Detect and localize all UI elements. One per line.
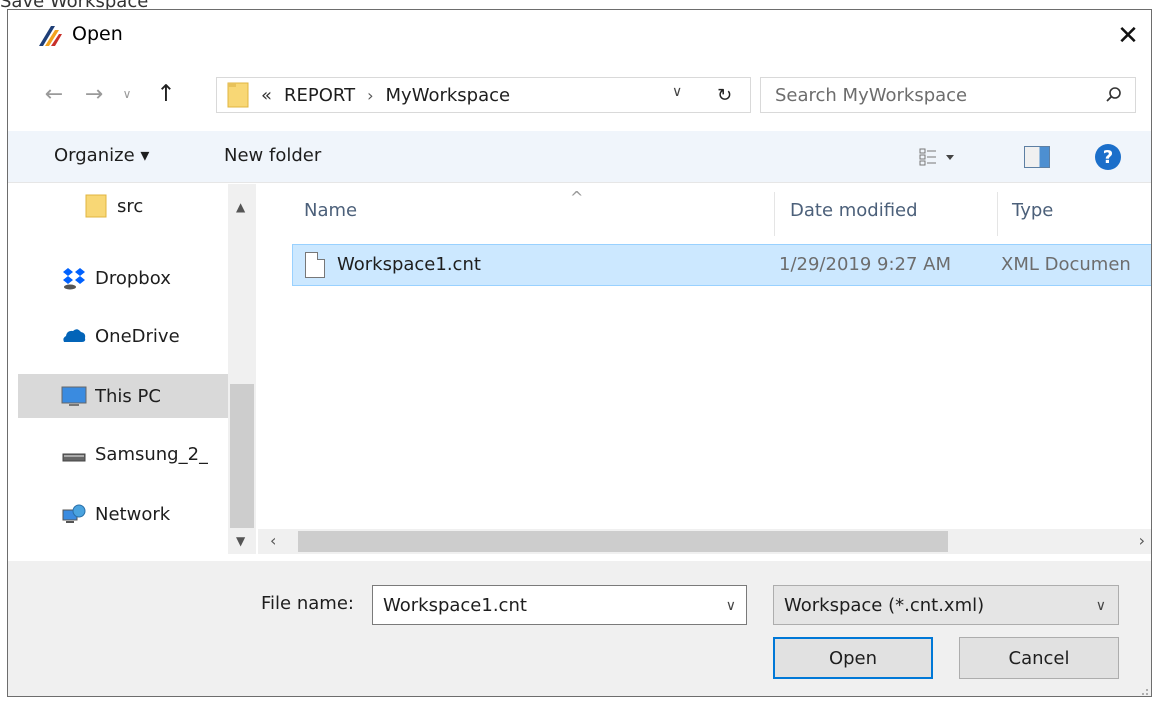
overflow-chevron-icon[interactable]: « — [261, 85, 272, 106]
column-divider[interactable] — [774, 192, 775, 236]
file-name-field[interactable]: Workspace1.cnt ∨ — [372, 585, 747, 625]
recent-locations-button[interactable]: ∨ — [116, 77, 138, 111]
file-date: 1/29/2019 9:27 AM — [779, 254, 952, 275]
horizontal-scrollbar[interactable]: ‹ › — [258, 529, 1151, 554]
close-icon: ✕ — [1117, 21, 1139, 51]
sort-ascending-icon: ^ — [570, 188, 584, 207]
scroll-left-icon[interactable]: ‹ — [270, 531, 276, 550]
view-options-icon[interactable] — [918, 145, 958, 169]
sidebar-item-this-pc[interactable]: This PC — [18, 374, 228, 418]
forward-button[interactable]: → — [78, 77, 110, 111]
title-bar: Open ✕ — [8, 10, 1151, 62]
drive-icon — [62, 453, 86, 462]
file-name: Workspace1.cnt — [337, 254, 481, 275]
search-placeholder: Search MyWorkspace — [775, 85, 968, 106]
folder-icon — [227, 82, 249, 108]
address-bar[interactable]: « REPORT › MyWorkspace ∨ ↻ — [216, 77, 751, 113]
organize-menu[interactable]: Organize ▾ — [54, 145, 149, 166]
app-logo-icon — [39, 26, 62, 46]
sidebar-item-src[interactable]: src — [18, 184, 228, 228]
command-bar: Organize ▾ New folder ? — [8, 131, 1151, 183]
file-list: ^ Name Date modified Type Workspace1.cnt… — [258, 184, 1151, 529]
dialog-footer: File name: Workspace1.cnt ∨ Workspace (*… — [8, 561, 1151, 696]
onedrive-icon — [63, 329, 86, 342]
dialog-title: Open — [72, 23, 123, 45]
breadcrumb-report[interactable]: REPORT — [284, 85, 355, 106]
file-row[interactable]: Workspace1.cnt 1/29/2019 9:27 AM XML Doc… — [292, 244, 1151, 286]
column-header-date-modified[interactable]: Date modified — [790, 200, 918, 221]
breadcrumb-separator-icon[interactable]: › — [367, 86, 373, 105]
scroll-right-icon[interactable]: › — [1139, 531, 1145, 550]
column-header-type[interactable]: Type — [1012, 200, 1053, 221]
new-folder-button[interactable]: New folder — [224, 145, 321, 166]
sidebar-item-label: Network — [95, 503, 171, 525]
scrollbar-thumb[interactable] — [230, 384, 254, 528]
monitor-icon — [61, 386, 87, 406]
chevron-down-icon[interactable]: ∨ — [1096, 598, 1106, 614]
file-type: XML Documen — [1001, 254, 1131, 275]
refresh-icon: ↻ — [716, 84, 733, 106]
back-button[interactable]: ← — [38, 77, 70, 111]
preview-pane-icon[interactable] — [1024, 146, 1050, 168]
sidebar-item-label: src — [117, 195, 144, 217]
sidebar-item-onedrive[interactable]: OneDrive — [18, 314, 228, 358]
file-type-select[interactable]: Workspace (*.cnt.xml) ∨ — [773, 585, 1119, 625]
network-icon — [62, 504, 86, 523]
arrow-left-icon: ← — [44, 81, 64, 107]
navigation-scrollbar[interactable]: ▲ ▼ — [228, 184, 256, 554]
arrow-right-icon: → — [84, 81, 104, 107]
file-name-label: File name: — [261, 593, 354, 614]
navigation-bar: ← → ∨ ↑ « REPORT › MyWorkspace ∨ ↻ Searc… — [8, 71, 1151, 119]
document-icon — [305, 252, 325, 278]
folder-icon — [85, 194, 107, 218]
sidebar-item-label: This PC — [95, 385, 161, 407]
open-dialog: Open ✕ ← → ∨ ↑ « REPORT › MyWorkspace ∨ … — [7, 9, 1152, 697]
resize-grip-icon[interactable] — [1137, 684, 1149, 696]
arrow-up-icon: ↑ — [156, 81, 176, 107]
file-name-value[interactable]: Workspace1.cnt — [383, 595, 527, 616]
up-button[interactable]: ↑ — [150, 77, 182, 111]
column-divider[interactable] — [997, 192, 998, 236]
sidebar-item-label: Dropbox — [95, 267, 171, 289]
search-input[interactable]: Search MyWorkspace — [760, 77, 1136, 113]
scrollbar-thumb[interactable] — [298, 531, 948, 552]
chevron-down-icon[interactable]: ∨ — [726, 598, 736, 614]
cancel-button[interactable]: Cancel — [959, 637, 1119, 679]
help-icon[interactable]: ? — [1095, 144, 1121, 170]
dropbox-icon — [63, 268, 85, 290]
sidebar-item-samsung[interactable]: Samsung_2_ — [18, 432, 228, 476]
column-header-name[interactable]: Name — [304, 200, 357, 221]
address-dropdown-icon[interactable]: ∨ — [672, 84, 682, 100]
file-type-value: Workspace (*.cnt.xml) — [784, 595, 985, 616]
sidebar-item-label: Samsung_2_ — [95, 443, 209, 465]
sidebar-item-network[interactable]: Network — [18, 492, 228, 536]
scroll-down-icon[interactable]: ▼ — [236, 534, 245, 548]
search-icon — [1106, 87, 1121, 102]
refresh-button[interactable]: ↻ — [707, 80, 741, 110]
scroll-up-icon[interactable]: ▲ — [236, 200, 245, 214]
breadcrumb-myworkspace[interactable]: MyWorkspace — [386, 85, 511, 106]
open-button[interactable]: Open — [773, 637, 933, 679]
navigation-pane: src Dropbox OneDrive This PC Samsung_2_ … — [18, 184, 228, 554]
sidebar-item-dropbox[interactable]: Dropbox — [18, 256, 228, 300]
close-button[interactable]: ✕ — [1105, 10, 1151, 62]
chevron-down-icon: ∨ — [122, 87, 132, 101]
sidebar-item-label: OneDrive — [95, 325, 180, 347]
